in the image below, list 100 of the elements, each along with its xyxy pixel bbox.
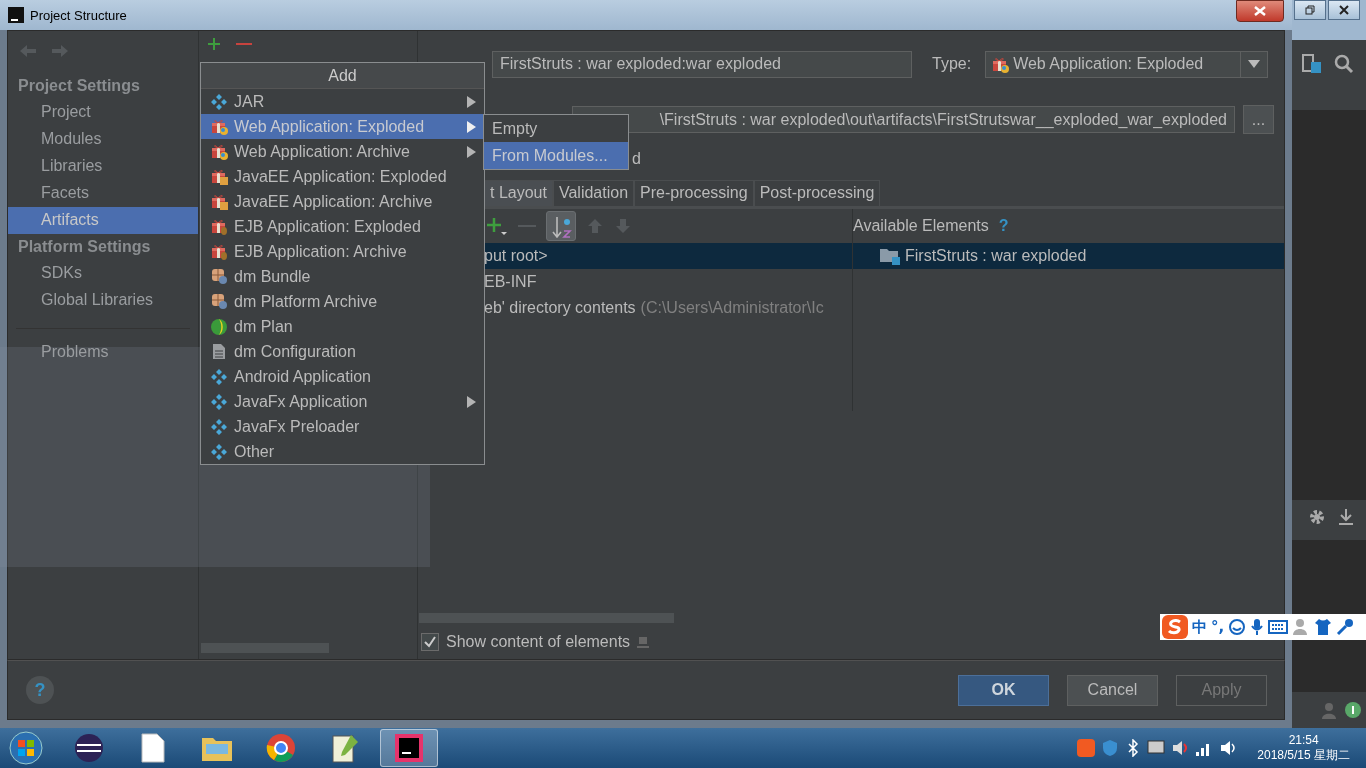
sidebar-item[interactable]: Project	[8, 99, 198, 126]
caret-icon	[1248, 60, 1261, 68]
menu-item[interactable]: Web Application: Exploded	[201, 114, 484, 139]
monitor-icon[interactable]	[1147, 739, 1166, 757]
start-icon[interactable]	[6, 730, 46, 766]
tab[interactable]: Post-processing	[753, 180, 881, 206]
diamond-cluster-icon	[211, 368, 227, 385]
path-hint: (C:\Users\Administrator\Ic	[640, 299, 824, 317]
download-icon[interactable]	[1338, 508, 1354, 526]
window-title: Project Structure	[30, 7, 128, 23]
notification-icon[interactable]	[1344, 701, 1362, 719]
name-field[interactable]: FirstStruts : war exploded:war exploded	[492, 50, 912, 78]
restore-icon	[1305, 5, 1315, 15]
add-icon[interactable]	[207, 37, 221, 51]
tree-item[interactable]: FirstStruts : war exploded	[905, 247, 1087, 265]
dialog-button[interactable]: OK	[958, 674, 1049, 706]
tree-row[interactable]: FirstStruts : war exploded	[853, 243, 1284, 269]
menu-item[interactable]: dm Configuration	[201, 339, 484, 364]
bundle-icon	[210, 293, 228, 310]
tab[interactable]: Validation	[552, 180, 635, 206]
close-button[interactable]	[1328, 0, 1360, 20]
close-icon	[1254, 6, 1266, 16]
wrench-icon[interactable]	[1336, 618, 1355, 636]
menu-item[interactable]: dm Plan	[201, 314, 484, 339]
panel-heading: Available Elements	[853, 217, 989, 235]
browser-icon	[266, 733, 296, 763]
bundle-icon	[210, 268, 228, 285]
punctuation-toggle[interactable]: °,	[1211, 618, 1225, 636]
close-button[interactable]	[1236, 0, 1284, 22]
tree-item[interactable]: EB-INF	[484, 273, 537, 291]
clock-time: 21:54	[1288, 732, 1319, 747]
help-link[interactable]: ?	[998, 217, 1009, 235]
diamond-cluster-icon	[211, 93, 227, 110]
gift-icon	[210, 218, 228, 235]
keyboard-icon[interactable]	[1268, 620, 1289, 634]
tree-item[interactable]: put root>	[484, 247, 548, 265]
menu-item[interactable]: From Modules...	[484, 142, 628, 169]
folder-icon	[879, 246, 901, 266]
type-dropdown[interactable]: Web Application: Exploded	[985, 50, 1269, 78]
checkbox-label: Show content of elements	[446, 633, 631, 651]
menu-item[interactable]: EJB Application: Exploded	[201, 214, 484, 239]
diamond-cluster-icon	[211, 418, 227, 435]
document-icon	[212, 343, 226, 360]
menu-item[interactable]: dm Platform Archive	[201, 289, 484, 314]
gift-icon	[992, 55, 1010, 73]
menu-item[interactable]: JavaEE Application: Exploded	[201, 164, 484, 189]
volume-icon[interactable]	[1219, 739, 1238, 757]
sidebar-item[interactable]: Problems	[8, 339, 198, 366]
menu-item[interactable]: JavaFx Application	[201, 389, 484, 414]
menu-item[interactable]: JavaFx Preloader	[201, 414, 484, 439]
menu-item[interactable]: Other	[201, 439, 484, 464]
intellij-icon	[394, 733, 424, 763]
eclipse-icon	[73, 732, 105, 764]
settings-icon[interactable]	[1308, 508, 1326, 526]
restore-button[interactable]	[1294, 0, 1326, 20]
menu-item[interactable]: Android Application	[201, 364, 484, 389]
check-icon	[424, 636, 436, 648]
sidebar-item[interactable]: Modules	[8, 126, 198, 153]
smiley-icon[interactable]	[1228, 618, 1247, 636]
menu-title: Add	[201, 63, 484, 89]
diamond-cluster-icon	[211, 443, 227, 460]
menu-item[interactable]: JavaEE Application: Archive	[201, 189, 484, 214]
tab[interactable]: t Layout	[484, 180, 553, 206]
browse-button[interactable]: ...	[1243, 105, 1274, 134]
tab[interactable]: Pre-processing	[634, 180, 754, 206]
clock-date: 2018/5/15 星期二	[1257, 746, 1350, 764]
shirt-icon[interactable]	[1314, 618, 1333, 636]
sidebar-item[interactable]: Facets	[8, 180, 198, 207]
checkbox[interactable]	[421, 633, 439, 651]
gift-icon	[210, 193, 228, 210]
add-icon[interactable]	[486, 216, 508, 236]
menu-item[interactable]: JAR	[201, 89, 484, 114]
sidebar-item[interactable]: Libraries	[8, 153, 198, 180]
speaker-icon[interactable]	[1171, 739, 1190, 757]
sort-icon[interactable]	[546, 211, 576, 241]
tree-item[interactable]: eb' directory contents	[484, 299, 636, 317]
dialog-button[interactable]: Cancel	[1067, 674, 1158, 706]
taskbar-button[interactable]	[380, 729, 438, 767]
close-icon	[1339, 5, 1349, 15]
structure-icon[interactable]	[1302, 54, 1322, 74]
checkbox-label: d	[632, 150, 641, 168]
gift-icon	[210, 118, 228, 135]
search-icon[interactable]	[1334, 54, 1354, 74]
section-heading: Platform Settings	[17, 237, 152, 257]
sidebar-item[interactable]: Artifacts	[8, 207, 198, 234]
diamond-cluster-icon	[211, 393, 227, 410]
sidebar-item[interactable]: SDKs	[8, 260, 198, 287]
gift-icon	[210, 243, 228, 260]
gift-icon	[210, 168, 228, 185]
input-mode-toggle[interactable]: 中	[1192, 617, 1207, 637]
scrollbar[interactable]	[419, 613, 674, 623]
output-directory-field[interactable]: \FirstStruts : war exploded\out\artifacts\FirstStrutswar__exploded_war_exploded	[572, 106, 1235, 133]
file-icon	[141, 733, 165, 763]
field-label: Type:	[932, 55, 972, 73]
sidebar-item[interactable]: Global Libraries	[8, 287, 198, 314]
move-up-icon	[586, 217, 604, 235]
move-down-icon	[614, 217, 632, 235]
gift-icon	[210, 143, 228, 160]
menu-item[interactable]: Web Application: Archive	[201, 139, 484, 164]
microphone-icon[interactable]	[1250, 618, 1265, 636]
